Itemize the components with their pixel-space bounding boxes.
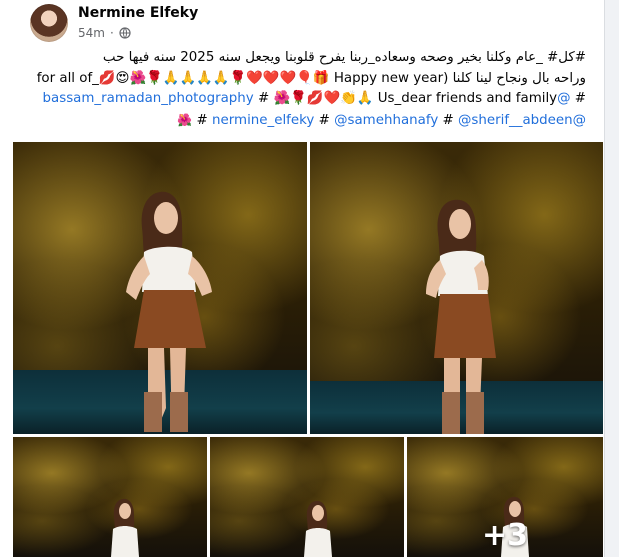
- post-meta: 54m ·: [78, 26, 131, 40]
- post-photo-5[interactable]: +3: [407, 437, 603, 557]
- caption-line-2: وراحه بال ونجاح لينا كلنا (for all of_💋😍…: [36, 70, 586, 86]
- woman-figure: [111, 498, 139, 557]
- caption-line-3-text: # 🌺🌹💋❤️👏🙏 Us_dear friends and family: [257, 91, 558, 106]
- post-photo-4[interactable]: [210, 437, 404, 557]
- post-card: Nermine Elfeky 54m · #كل# _عام وكلنا بخي…: [0, 0, 605, 557]
- globe-icon[interactable]: [119, 27, 131, 39]
- avatar[interactable]: [30, 4, 68, 42]
- meta-separator: ·: [109, 26, 114, 40]
- post-photo-1[interactable]: [13, 142, 307, 434]
- caption-hash: #: [318, 112, 330, 128]
- mention-sherif[interactable]: @sherif__abdeen: [458, 113, 573, 128]
- more-photos-count[interactable]: +3: [407, 437, 603, 557]
- caption-hash: #: [574, 91, 586, 106]
- woman-figure: [426, 199, 496, 434]
- post-timestamp[interactable]: 54m: [78, 26, 105, 40]
- caption-line-4: @nermine_elfeky # @samehhanafy # @sherif…: [16, 110, 586, 132]
- caption-hash: #: [196, 112, 208, 128]
- post-photo-2[interactable]: [310, 142, 603, 434]
- caption-line-3: # @bassam_ramadan_photography # 🌺🌹💋❤️👏🙏 …: [16, 89, 586, 110]
- hibiscus-emoji: 🌺: [177, 112, 193, 127]
- caption-hash: #: [442, 112, 454, 128]
- mention-sameh[interactable]: @samehhanafy: [334, 113, 438, 128]
- author-name[interactable]: Nermine Elfeky: [78, 5, 198, 21]
- caption-line-1: #كل# _عام وكلنا بخير وصحه وسعاده_ربنا يف…: [102, 50, 586, 65]
- woman-figure: [126, 191, 212, 432]
- post-caption: #كل# _عام وكلنا بخير وصحه وسعاده_ربنا يف…: [16, 48, 586, 131]
- post-photo-3[interactable]: [13, 437, 207, 557]
- woman-figure: [304, 500, 332, 557]
